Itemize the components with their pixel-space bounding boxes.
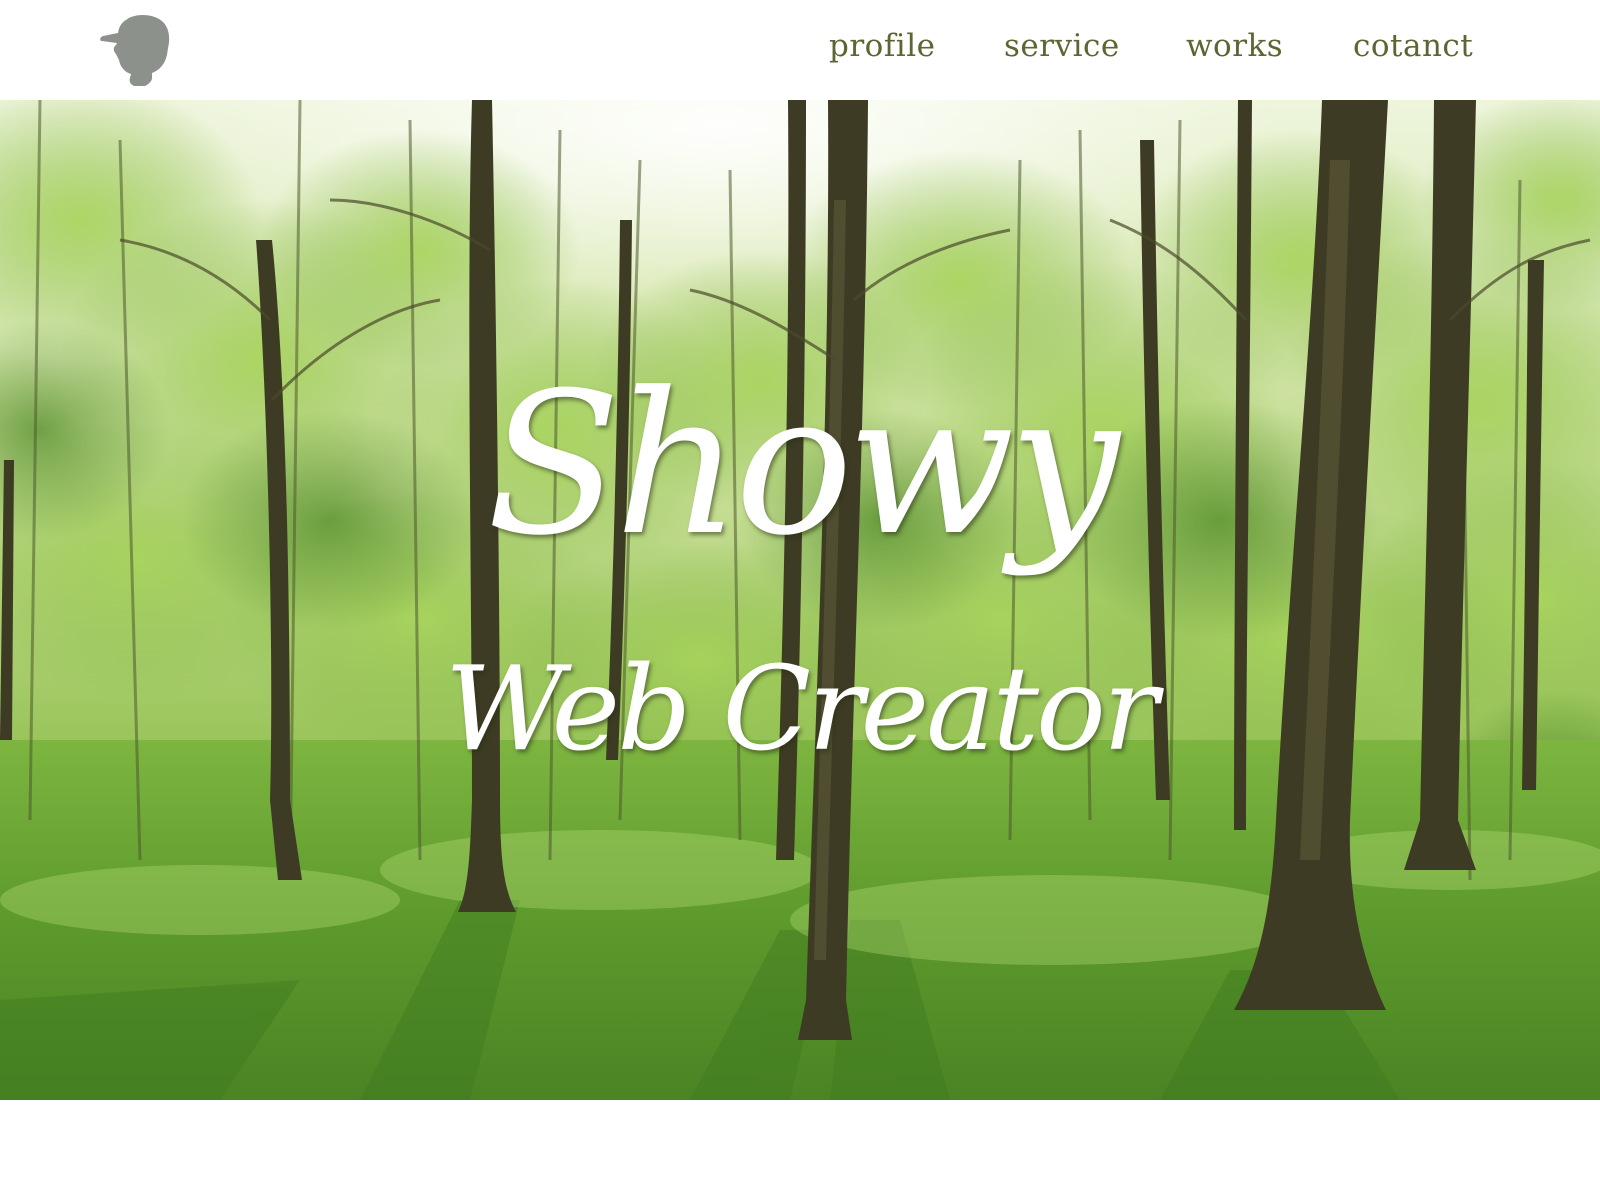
nav-link-service[interactable]: service [1004, 28, 1120, 64]
page-bottom-space [0, 1100, 1600, 1200]
site-header: profile service works cotanct [0, 0, 1600, 100]
hero-subtitle: Web Creator [444, 642, 1158, 777]
nav-link-profile[interactable]: profile [829, 28, 935, 64]
hero-section: Showy Web Creator [0, 100, 1600, 1100]
hero-title: Showy [486, 351, 1119, 579]
nav-link-contact[interactable]: cotanct [1353, 28, 1473, 64]
nav-link-works[interactable]: works [1186, 28, 1283, 64]
main-nav: profile service works cotanct [0, 28, 1600, 72]
forest-background-image [0, 100, 1600, 1100]
